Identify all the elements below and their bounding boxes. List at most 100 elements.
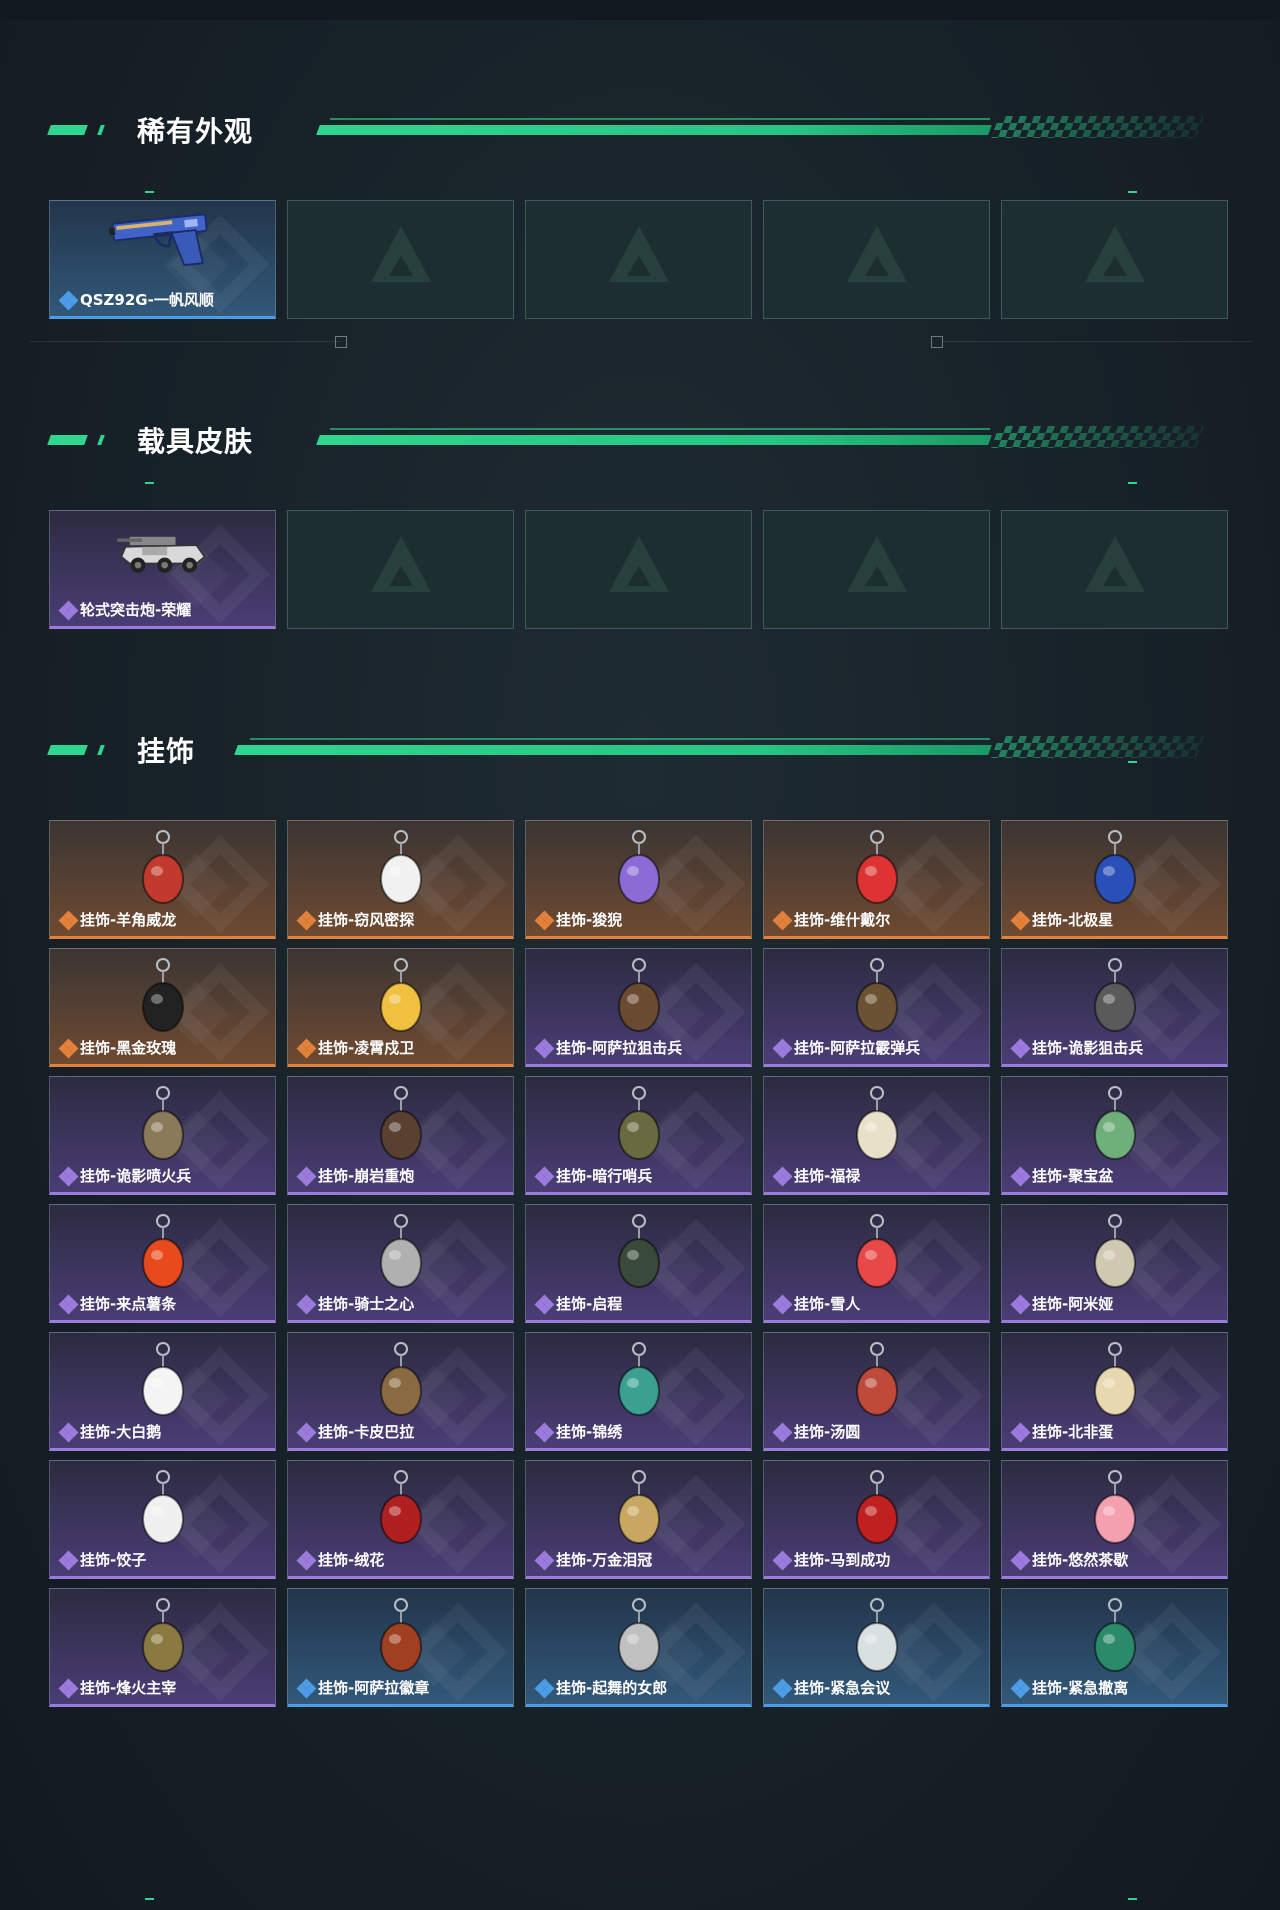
item-card[interactable]: 挂饰-维什戴尔 <box>763 820 990 939</box>
item-label: 挂饰-暗行哨兵 <box>534 1165 652 1186</box>
item-card[interactable]: 挂饰-诡影狙击兵 <box>1001 948 1228 1067</box>
item-name: 挂饰-卡皮巴拉 <box>318 1423 415 1441</box>
rarity-diamond-icon <box>1010 1550 1031 1570</box>
item-card[interactable]: 挂饰-雪人 <box>763 1204 990 1323</box>
empty-slot <box>287 200 514 319</box>
item-label: 挂饰-绒花 <box>296 1549 384 1570</box>
rarity-diamond-icon <box>58 1422 79 1442</box>
item-card[interactable]: 挂饰-万金泪冠 <box>525 1460 752 1579</box>
item-name: 挂饰-窃风密探 <box>318 911 415 929</box>
charm-icon <box>579 829 699 911</box>
item-card[interactable]: 挂饰-窃风密探 <box>287 820 514 939</box>
section-title: 挂饰 <box>137 735 196 768</box>
item-name: 挂饰-诡影狙击兵 <box>1032 1039 1144 1057</box>
charm-icon <box>341 1085 461 1167</box>
rarity-diamond-icon <box>772 1678 793 1698</box>
item-card[interactable]: 轮式突击炮-荣耀 <box>49 510 276 629</box>
rarity-diamond-icon <box>58 1550 79 1570</box>
item-card[interactable]: 挂饰-诡影喷火兵 <box>49 1076 276 1195</box>
item-name: 挂饰-北非蛋 <box>1032 1423 1114 1441</box>
item-label: 挂饰-诡影喷火兵 <box>58 1165 191 1186</box>
item-label: 轮式突击炮-荣耀 <box>58 599 191 620</box>
item-card[interactable]: 挂饰-聚宝盆 <box>1001 1076 1228 1195</box>
item-label: 挂饰-卡皮巴拉 <box>296 1421 415 1442</box>
item-card[interactable]: 挂饰-北非蛋 <box>1001 1332 1228 1451</box>
charm-icon <box>341 1341 461 1423</box>
item-label: 挂饰-诡影狙击兵 <box>1010 1037 1144 1058</box>
item-card[interactable]: 挂饰-启程 <box>525 1204 752 1323</box>
charm-icon <box>817 1213 937 1295</box>
item-label: 挂饰-紧急撤离 <box>1010 1677 1129 1698</box>
item-card[interactable]: 挂饰-北极星 <box>1001 820 1228 939</box>
item-card[interactable]: 挂饰-福禄 <box>763 1076 990 1195</box>
grid-vehicle-skins: 轮式突击炮-荣耀 <box>49 510 1230 629</box>
item-label: QSZ92G-一帆风顺 <box>58 289 214 310</box>
rarity-diamond-icon <box>772 1422 793 1442</box>
grid-charms: 挂饰-羊角威龙 挂饰-窃风密探 挂饰-狻猊 挂饰-维什戴尔 挂饰-北极星 挂饰-黑金玫瑰挂… <box>49 820 1230 1707</box>
item-card[interactable]: 挂饰-黑金玫瑰 <box>49 948 276 1067</box>
item-card[interactable]: 挂饰-悠然茶歇 <box>1001 1460 1228 1579</box>
charm-icon <box>817 957 937 1039</box>
rarity-diamond-icon <box>1010 1422 1031 1442</box>
item-name: 挂饰-锦绣 <box>556 1423 623 1441</box>
item-name: 挂饰-紧急撤离 <box>1032 1679 1129 1697</box>
rarity-diamond-icon <box>1010 910 1031 930</box>
item-card[interactable]: 挂饰-卡皮巴拉 <box>287 1332 514 1451</box>
item-label: 挂饰-黑金玫瑰 <box>58 1037 177 1058</box>
item-card[interactable]: 挂饰-暗行哨兵 <box>525 1076 752 1195</box>
charm-icon <box>579 1341 699 1423</box>
rarity-diamond-icon <box>296 910 317 930</box>
item-card[interactable]: 挂饰-汤圆 <box>763 1332 990 1451</box>
item-card[interactable]: 挂饰-烽火主宰 <box>49 1588 276 1707</box>
item-card[interactable]: 挂饰-绒花 <box>287 1460 514 1579</box>
item-card[interactable]: 挂饰-大白鹅 <box>49 1332 276 1451</box>
item-card[interactable]: 挂饰-起舞的女郎 <box>525 1588 752 1707</box>
item-card[interactable]: 挂饰-紧急撤离 <box>1001 1588 1228 1707</box>
charm-icon <box>1055 829 1175 911</box>
charm-icon <box>103 1597 223 1679</box>
item-label: 挂饰-维什戴尔 <box>772 909 890 930</box>
item-card[interactable]: 挂饰-狻猊 <box>525 820 752 939</box>
item-card[interactable]: 挂饰-锦绣 <box>525 1332 752 1451</box>
rarity-diamond-icon <box>534 1550 555 1570</box>
pistol-icon <box>103 209 223 291</box>
rarity-diamond-icon <box>1010 1038 1031 1058</box>
item-name: 挂饰-北极星 <box>1032 911 1114 929</box>
item-card[interactable]: 挂饰-阿米娅 <box>1001 1204 1228 1323</box>
rarity-diamond-icon <box>58 1038 79 1058</box>
item-card[interactable]: 挂饰-凌霄戍卫 <box>287 948 514 1067</box>
item-label: 挂饰-狻猊 <box>534 909 622 930</box>
item-name: 挂饰-羊角威龙 <box>80 911 177 929</box>
item-card[interactable]: 挂饰-阿萨拉徽章 <box>287 1588 514 1707</box>
item-label: 挂饰-汤圆 <box>772 1421 860 1442</box>
item-card[interactable]: 挂饰-饺子 <box>49 1460 276 1579</box>
charm-icon <box>579 1597 699 1679</box>
item-name: 挂饰-阿米娅 <box>1032 1295 1114 1313</box>
item-card[interactable]: 挂饰-骑士之心 <box>287 1204 514 1323</box>
charm-icon <box>103 1469 223 1551</box>
item-name: 挂饰-大白鹅 <box>80 1423 162 1441</box>
empty-slot <box>525 200 752 319</box>
item-label: 挂饰-锦绣 <box>534 1421 623 1442</box>
item-card[interactable]: 挂饰-阿萨拉狙击兵 <box>525 948 752 1067</box>
item-card[interactable]: 挂饰-马到成功 <box>763 1460 990 1579</box>
rarity-diamond-icon <box>534 1678 555 1698</box>
rarity-diamond-icon <box>772 910 793 930</box>
armored-vehicle-icon <box>103 519 223 601</box>
charm-icon <box>1055 957 1175 1039</box>
item-card[interactable]: 挂饰-来点薯条 <box>49 1204 276 1323</box>
item-card[interactable]: QSZ92G-一帆风顺 <box>49 200 276 319</box>
grid-rare-skins: QSZ92G-一帆风顺 <box>49 200 1230 319</box>
item-name: 挂饰-黑金玫瑰 <box>80 1039 177 1057</box>
item-card[interactable]: 挂饰-羊角威龙 <box>49 820 276 939</box>
item-label: 挂饰-北非蛋 <box>1010 1421 1114 1442</box>
empty-slot <box>287 510 514 629</box>
item-name: 挂饰-骑士之心 <box>318 1295 415 1313</box>
item-label: 挂饰-福禄 <box>772 1165 860 1186</box>
corner-tick <box>1128 482 1137 484</box>
item-card[interactable]: 挂饰-紧急会议 <box>763 1588 990 1707</box>
item-label: 挂饰-马到成功 <box>772 1549 890 1570</box>
item-card[interactable]: 挂饰-崩岩重炮 <box>287 1076 514 1195</box>
item-card[interactable]: 挂饰-阿萨拉霰弹兵 <box>763 948 990 1067</box>
charm-icon <box>341 829 461 911</box>
